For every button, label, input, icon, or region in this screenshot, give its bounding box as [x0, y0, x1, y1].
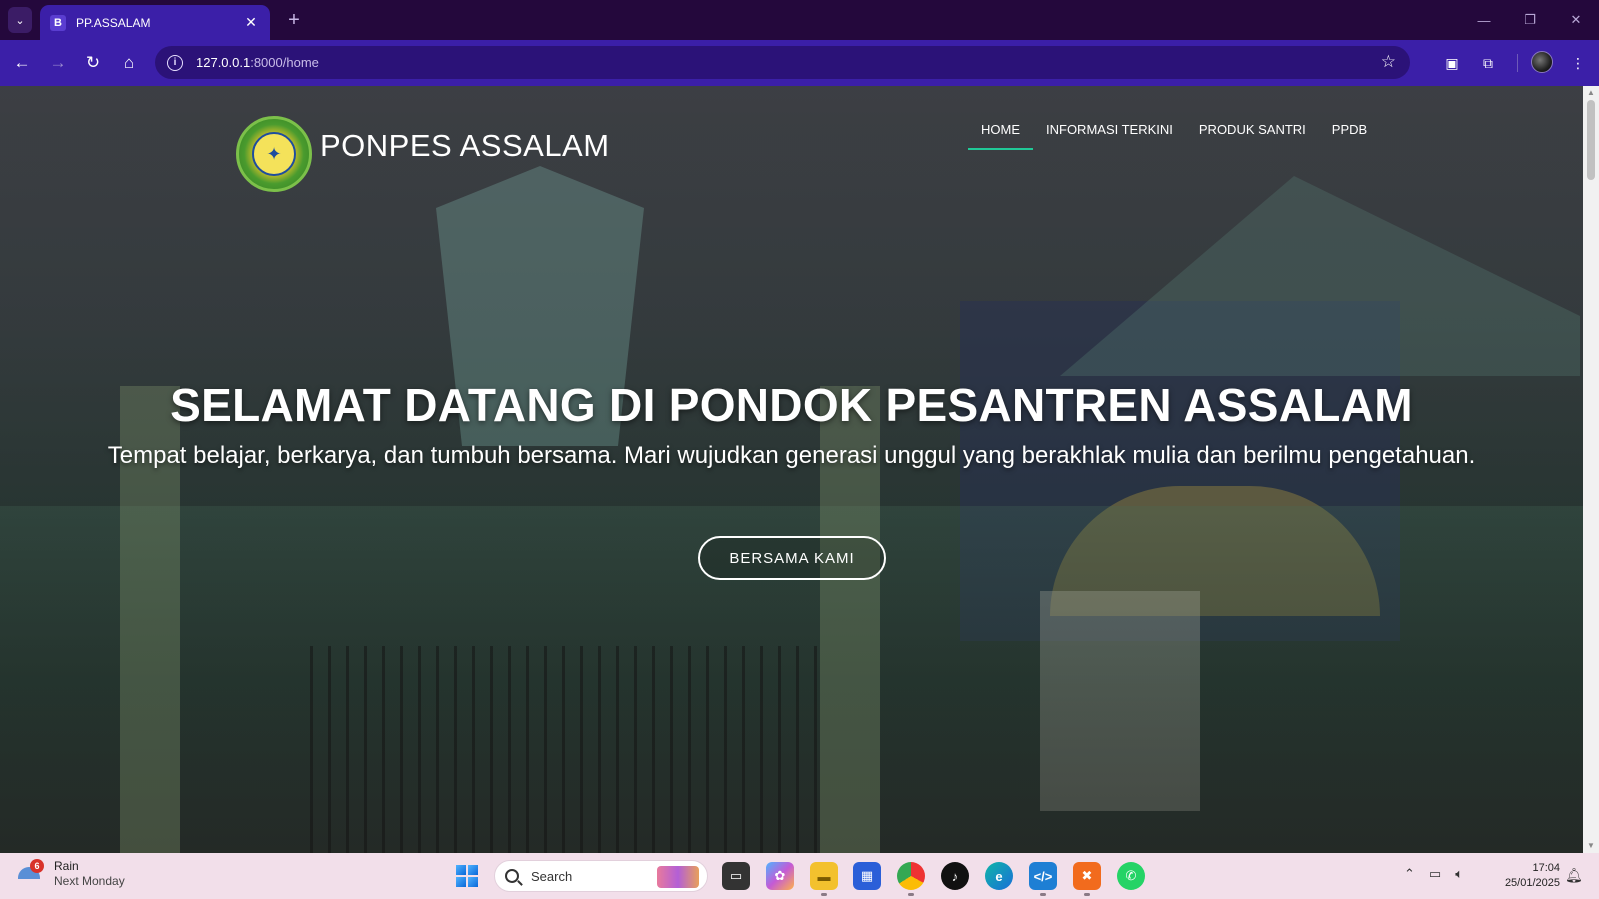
notification-bell-icon[interactable]: 🔔︎ — [1565, 867, 1583, 884]
file-explorer-icon[interactable]: ▬ — [810, 862, 838, 890]
search-icon — [505, 869, 519, 883]
xampp-icon[interactable]: ✖ — [1073, 862, 1101, 890]
home-button[interactable]: ⌂ — [115, 49, 143, 77]
xampp-running-indicator — [1084, 893, 1090, 896]
tab-title: PP.ASSALAM — [76, 15, 151, 30]
search-label: Search — [531, 868, 573, 884]
page-scrollbar[interactable]: ▲ ▼ — [1583, 86, 1599, 853]
minimize-button[interactable]: — — [1461, 0, 1507, 40]
close-window-button[interactable]: ✕ — [1553, 0, 1599, 40]
url-text[interactable]: 127.0.0.1:8000/home — [196, 55, 319, 70]
back-button[interactable]: ← — [8, 49, 36, 77]
chrome-icon[interactable] — [897, 862, 925, 890]
hero-title: SELAMAT DATANG DI PONDOK PESANTREN ASSAL… — [170, 379, 1413, 431]
weather-widget[interactable]: 6 Rain Next Monday — [18, 859, 125, 889]
clock-date: 25/01/2025 — [1504, 877, 1560, 889]
microsoft-store-icon[interactable]: ▦ — [853, 862, 881, 890]
whatsapp-icon[interactable]: ✆ — [1117, 862, 1145, 890]
browser-titlebar: ⌄ B PP.ASSALAM ✕ + — ❐ ✕ — [0, 0, 1599, 40]
windows-taskbar: 6 Rain Next Monday Search ▭ ✿ ▬ ▦ ♪ e </… — [0, 853, 1599, 899]
weather-subtitle: Next Monday — [54, 874, 125, 888]
nav-ppdb[interactable]: PPDB — [1319, 120, 1380, 150]
vscode-icon[interactable]: </> — [1029, 862, 1057, 890]
vscode-running-indicator — [1040, 893, 1046, 896]
toolbar-separator — [1517, 54, 1518, 72]
nav-produk-santri[interactable]: PRODUK SANTRI — [1186, 120, 1319, 150]
background-roof — [1060, 176, 1580, 376]
system-tray: ⌃ ▭ 🔈︎ — [1404, 866, 1463, 882]
tiktok-icon[interactable]: ♪ — [941, 862, 969, 890]
task-view-icon[interactable]: ▭ — [722, 862, 750, 890]
start-windows-icon[interactable] — [456, 865, 478, 887]
search-highlight-icon — [657, 866, 699, 888]
browser-tab-active[interactable]: B PP.ASSALAM ✕ — [40, 5, 270, 40]
lens-extension-icon[interactable]: ▣ — [1440, 51, 1464, 75]
site-brand[interactable]: PONPES ASSALAM — [320, 128, 610, 164]
menu-kebab-icon[interactable]: ⋮ — [1566, 51, 1590, 75]
tray-chevron-up-icon[interactable]: ⌃ — [1404, 866, 1415, 882]
weather-badge: 6 — [30, 859, 44, 873]
site-logo-icon[interactable]: ✦ — [236, 116, 312, 192]
browser-toolbar: ← → ↻ ⌂ i 127.0.0.1:8000/home ☆ ▣ ⧉ ⋮ — [0, 40, 1599, 86]
tab-close-icon[interactable]: ✕ — [242, 14, 260, 31]
hero-subtitle: Tempat belajar, berkarya, dan tumbuh ber… — [107, 442, 1476, 469]
chrome-running-indicator — [908, 893, 914, 896]
profile-avatar[interactable] — [1531, 51, 1553, 73]
url-path: :8000/home — [250, 55, 319, 70]
taskbar-search[interactable]: Search — [494, 860, 708, 892]
weather-title: Rain — [54, 859, 79, 873]
address-bar[interactable]: i 127.0.0.1:8000/home ☆ — [155, 46, 1410, 79]
extensions-puzzle-icon[interactable]: ⧉ — [1476, 51, 1500, 75]
logo-book-icon: ✦ — [252, 132, 296, 176]
nav-informasi-terkini[interactable]: INFORMASI TERKINI — [1033, 120, 1186, 150]
bookmark-star-icon[interactable]: ☆ — [1381, 52, 1396, 72]
tab-search-button[interactable]: ⌄ — [8, 7, 32, 33]
copilot-icon[interactable]: ✿ — [766, 862, 794, 890]
volume-icon[interactable]: 🔈︎ — [1455, 866, 1463, 882]
url-host: 127.0.0.1 — [196, 55, 251, 70]
rain-umbrella-icon: 6 — [18, 859, 44, 887]
page-viewport: ✦ PONPES ASSALAM HOME INFORMASI TERKINI … — [0, 86, 1583, 853]
main-nav: HOME INFORMASI TERKINI PRODUK SANTRI PPD… — [968, 120, 1380, 150]
taskbar-clock[interactable]: 17:04 25/01/2025 — [1488, 861, 1560, 891]
tab-favicon-icon: B — [50, 14, 66, 31]
nav-home[interactable]: HOME — [968, 120, 1033, 150]
forward-button[interactable]: → — [44, 49, 72, 77]
new-tab-button[interactable]: + — [282, 8, 306, 32]
clock-time: 17:04 — [1532, 862, 1560, 874]
scroll-thumb[interactable] — [1587, 100, 1595, 180]
reload-button[interactable]: ↻ — [79, 49, 107, 77]
scroll-down-icon[interactable]: ▼ — [1583, 839, 1599, 853]
scroll-up-icon[interactable]: ▲ — [1583, 86, 1599, 100]
site-header: ✦ PONPES ASSALAM HOME INFORMASI TERKINI … — [0, 86, 1583, 206]
network-icon[interactable]: ▭ — [1429, 866, 1441, 882]
site-info-icon[interactable]: i — [167, 54, 183, 71]
file-explorer-running-indicator — [821, 893, 827, 896]
window-controls: — ❐ ✕ — [1461, 0, 1599, 40]
edge-icon[interactable]: e — [985, 862, 1013, 890]
hero-cta-button[interactable]: BERSAMA KAMI — [698, 536, 886, 580]
restore-button[interactable]: ❐ — [1507, 0, 1553, 40]
background-iron-gate — [310, 646, 820, 853]
